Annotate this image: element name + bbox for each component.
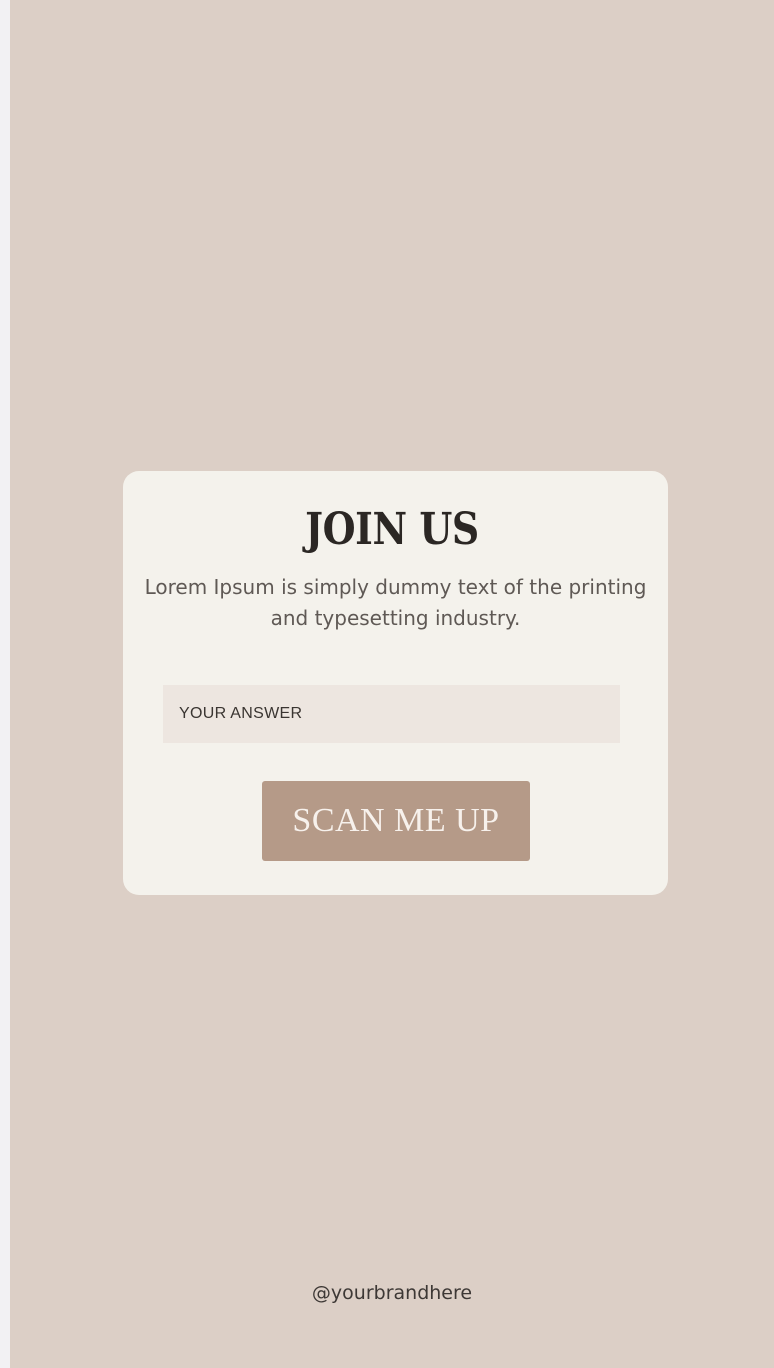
- brand-handle: @yourbrandhere: [311, 1282, 473, 1304]
- scan-button-label: SCAN ME UP: [292, 802, 500, 839]
- answer-input[interactable]: [163, 685, 620, 743]
- card-description: Lorem Ipsum is simply dummy text of the …: [144, 575, 647, 630]
- page-title: JOIN US: [305, 504, 479, 555]
- scan-me-up-button[interactable]: SCAN ME UP: [262, 781, 530, 861]
- page-background: JOIN US Lorem Ipsum is simply dummy text…: [10, 0, 774, 1368]
